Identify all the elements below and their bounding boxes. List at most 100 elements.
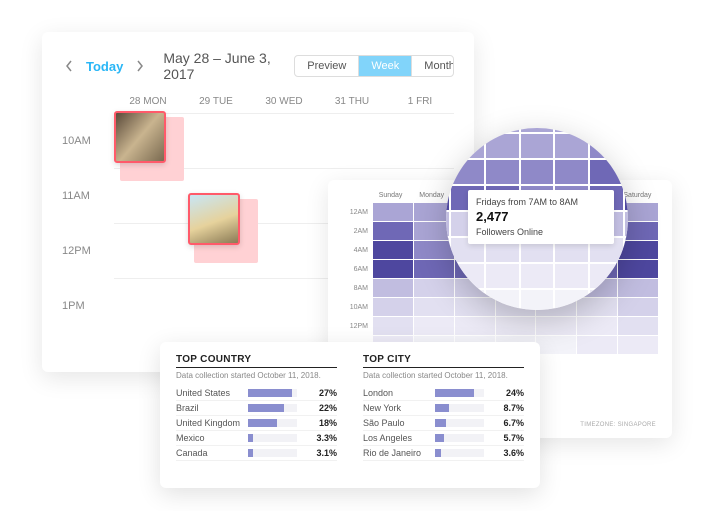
heatmap-hour-label: 4AM [342, 247, 372, 254]
stat-name: United Kingdom [176, 418, 242, 428]
stat-row: Canada 3.1% [176, 446, 337, 461]
tooltip-sub: Followers Online [476, 226, 606, 238]
stat-name: Los Angeles [363, 433, 429, 443]
stat-bar [435, 389, 484, 397]
scheduled-post[interactable] [120, 117, 184, 181]
today-button[interactable]: Today [86, 59, 123, 74]
heatmap-cell[interactable] [373, 222, 413, 240]
stat-bar [435, 419, 484, 427]
heatmap-cell[interactable] [373, 279, 413, 297]
prev-week-button[interactable] [62, 59, 76, 73]
stat-row: London 24% [363, 386, 524, 401]
stats-card: TOP COUNTRY Data collection started Octo… [160, 342, 540, 488]
panel-subtitle: Data collection started October 11, 2018… [176, 371, 337, 380]
day-col: 31 THU [318, 96, 386, 107]
stat-bar [248, 419, 297, 427]
stat-bar [248, 389, 297, 397]
stat-name: New York [363, 403, 429, 413]
stat-row: Mexico 3.3% [176, 431, 337, 446]
stat-pct: 6.7% [490, 418, 524, 428]
stat-name: São Paulo [363, 418, 429, 428]
heatmap-cell[interactable] [455, 317, 495, 335]
heatmap-cell[interactable] [373, 317, 413, 335]
stat-bar [435, 404, 484, 412]
day-col: 30 WED [250, 96, 318, 107]
panel-title: TOP CITY [363, 354, 524, 368]
stat-bar [248, 404, 297, 412]
view-switcher: Preview Week Month [294, 55, 454, 77]
heatmap-hour-label: 12AM [342, 209, 372, 216]
day-col: 1 FRI [386, 96, 454, 107]
stat-row: Los Angeles 5.7% [363, 431, 524, 446]
post-thumbnail [114, 111, 166, 163]
stat-name: Brazil [176, 403, 242, 413]
scheduled-post[interactable] [194, 199, 258, 263]
heatmap-cell[interactable] [414, 317, 454, 335]
stat-name: Mexico [176, 433, 242, 443]
heatmap-hour-label: 2AM [342, 228, 372, 235]
heatmap-cell[interactable] [373, 203, 413, 221]
stat-bar [248, 449, 297, 457]
stat-pct: 5.7% [490, 433, 524, 443]
heatmap-cell[interactable] [373, 260, 413, 278]
top-country-panel: TOP COUNTRY Data collection started Octo… [176, 354, 337, 476]
stat-pct: 3.6% [490, 448, 524, 458]
stat-name: United States [176, 388, 242, 398]
heatmap-cell[interactable] [373, 298, 413, 316]
stat-pct: 3.3% [303, 433, 337, 443]
stat-pct: 3.1% [303, 448, 337, 458]
post-thumbnail [188, 193, 240, 245]
next-week-button[interactable] [133, 59, 147, 73]
view-month[interactable]: Month [412, 56, 454, 76]
tooltip-title: Fridays from 7AM to 8AM [476, 196, 606, 208]
stat-bar [248, 434, 297, 442]
heatmap-cell[interactable] [577, 336, 617, 354]
stat-name: Rio de Janeiro [363, 448, 429, 458]
date-range: May 28 – June 3, 2017 [163, 50, 294, 82]
stat-name: London [363, 388, 429, 398]
hour-label: 12PM [62, 245, 114, 257]
stat-pct: 22% [303, 403, 337, 413]
calendar-day-header: 28 MON 29 TUE 30 WED 31 THU 1 FRI [114, 96, 454, 107]
heatmap-tooltip: Fridays from 7AM to 8AM 2,477 Followers … [468, 190, 614, 244]
stat-row: United Kingdom 18% [176, 416, 337, 431]
hour-label: 11AM [62, 190, 114, 202]
view-week[interactable]: Week [359, 56, 412, 76]
stat-row: Rio de Janeiro 3.6% [363, 446, 524, 461]
heatmap-hour-label: 10AM [342, 304, 372, 311]
heatmap-hour-label: 6AM [342, 266, 372, 273]
top-city-panel: TOP CITY Data collection started October… [363, 354, 524, 476]
view-preview[interactable]: Preview [295, 56, 359, 76]
stat-name: Canada [176, 448, 242, 458]
day-col: 28 MON [114, 96, 182, 107]
heatmap-cell[interactable] [618, 336, 658, 354]
heatmap-cell[interactable] [618, 317, 658, 335]
hour-label: 10AM [62, 135, 114, 147]
hour-label: 1PM [62, 300, 114, 312]
calendar-toolbar: Today May 28 – June 3, 2017 Preview Week… [62, 50, 454, 82]
heatmap-cell[interactable] [536, 317, 576, 335]
day-col: 29 TUE [182, 96, 250, 107]
panel-title: TOP COUNTRY [176, 354, 337, 368]
stat-bar [435, 449, 484, 457]
heatmap-day: Sunday [370, 192, 411, 199]
heatmap-cell[interactable] [496, 317, 536, 335]
heatmap-hour-label: 12PM [342, 323, 372, 330]
stat-pct: 24% [490, 388, 524, 398]
heatmap-cell[interactable] [577, 317, 617, 335]
stat-row: United States 27% [176, 386, 337, 401]
stat-row: São Paulo 6.7% [363, 416, 524, 431]
timezone-label: TIMEZONE: SINGAPORE [580, 422, 656, 428]
panel-subtitle: Data collection started October 11, 2018… [363, 371, 524, 380]
stat-pct: 18% [303, 418, 337, 428]
heatmap-hour-label: 8AM [342, 285, 372, 292]
stat-pct: 8.7% [490, 403, 524, 413]
stat-row: Brazil 22% [176, 401, 337, 416]
stat-row: New York 8.7% [363, 401, 524, 416]
tooltip-value: 2,477 [476, 208, 606, 226]
heatmap-cell[interactable] [536, 336, 576, 354]
heatmap-lens: Fridays from 7AM to 8AM 2,477 Followers … [446, 128, 628, 310]
heatmap-cell[interactable] [373, 241, 413, 259]
stat-pct: 27% [303, 388, 337, 398]
stat-bar [435, 434, 484, 442]
